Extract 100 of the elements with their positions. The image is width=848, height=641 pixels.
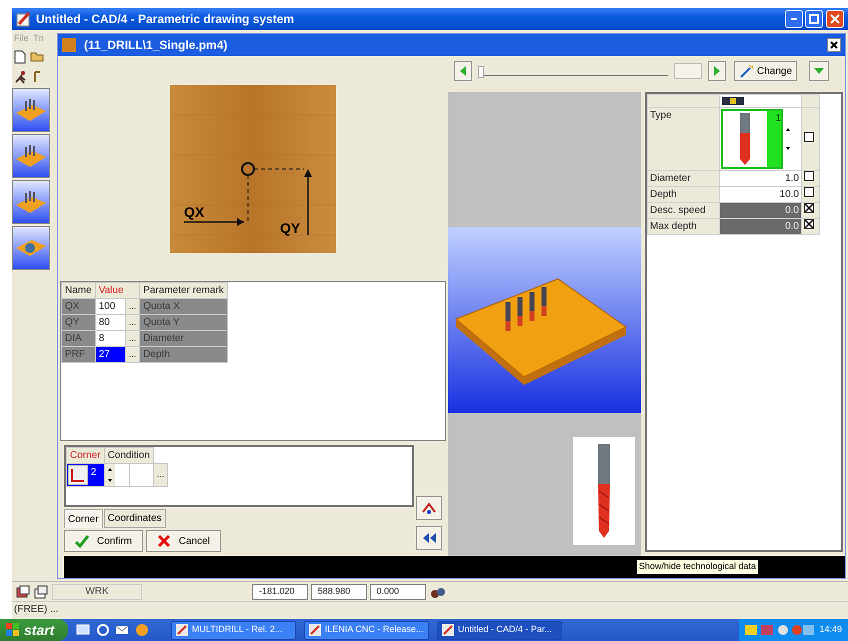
property-label: Type xyxy=(648,108,720,170)
tool-type-field[interactable]: 1 xyxy=(721,109,783,169)
column-header: Value xyxy=(95,282,140,298)
tool-header-icon xyxy=(722,97,744,105)
cancel-icon xyxy=(156,534,171,548)
tool-button[interactable] xyxy=(416,496,442,520)
table-cell: PRF xyxy=(62,346,96,362)
media-icon[interactable] xyxy=(134,623,149,637)
tray-icons-drawing xyxy=(745,623,816,637)
value-cell[interactable]: 8 xyxy=(95,330,126,346)
board-tool-button[interactable] xyxy=(12,226,50,270)
change-button[interactable]: Change xyxy=(734,61,798,81)
clock: 14:49 xyxy=(819,623,842,636)
column-header: Condition xyxy=(104,448,154,464)
slider-thumb[interactable] xyxy=(478,66,484,78)
coordinate-field: 0.000 xyxy=(370,584,426,600)
condition-cell[interactable] xyxy=(129,464,154,486)
double-left-icon xyxy=(421,532,437,544)
checkbox[interactable] xyxy=(804,132,814,142)
value-cell[interactable]: 27 xyxy=(95,346,126,362)
axis-label: QX xyxy=(184,204,204,220)
tools-icon xyxy=(421,500,437,516)
windows-logo-icon xyxy=(6,623,20,637)
maximize-icon xyxy=(809,14,820,24)
start-button[interactable]: start xyxy=(0,619,68,641)
dialog-title: (11_DRILL\1_Single.pm4) xyxy=(84,37,228,54)
table-cell: Quota X xyxy=(140,298,228,314)
property-label: Depth xyxy=(648,186,720,202)
dialog-close-button[interactable] xyxy=(827,38,841,52)
property-label: Diameter xyxy=(648,170,720,186)
step-field[interactable] xyxy=(674,63,702,79)
corner-cell[interactable]: 2 xyxy=(66,464,104,486)
corner-icon xyxy=(68,465,88,485)
minimize-icon xyxy=(790,18,796,20)
property-label: Desc. speed xyxy=(648,202,720,218)
board-tool-button[interactable] xyxy=(12,88,50,132)
close-icon xyxy=(830,41,838,49)
desktop-icon[interactable] xyxy=(76,623,90,637)
tool-number: 1 xyxy=(767,111,781,167)
board-tool-button[interactable] xyxy=(12,134,50,178)
previous-button[interactable] xyxy=(454,61,472,81)
tooltip: Show/hide technological data xyxy=(636,559,759,575)
wand-icon xyxy=(739,64,753,78)
status-mode: WRK xyxy=(52,584,142,600)
coordinate-field: -181.020 xyxy=(252,584,308,600)
property-value: 0.0 xyxy=(720,218,802,234)
new-file-icon[interactable] xyxy=(14,50,26,64)
tab[interactable]: Corner xyxy=(64,509,103,528)
property-value[interactable]: 1.0 xyxy=(720,170,802,186)
app-icon xyxy=(176,624,188,636)
column-header: Corner xyxy=(66,448,104,464)
taskbar-button[interactable]: Untitled - CAD/4 - Par... xyxy=(436,620,562,640)
checkbox[interactable] xyxy=(804,187,814,197)
close-button[interactable] xyxy=(826,10,844,28)
value-cell[interactable]: 100 xyxy=(95,298,126,314)
taskbar-button[interactable]: MULTIDRILL - Rel. 2... xyxy=(170,620,296,640)
left-arrow-icon xyxy=(459,66,467,76)
browser-icon[interactable] xyxy=(96,623,110,637)
mail-icon[interactable] xyxy=(115,623,130,637)
close-icon xyxy=(830,14,840,24)
board-icon xyxy=(16,144,46,166)
dialog-icon xyxy=(62,38,76,52)
action-button[interactable]: Cancel xyxy=(146,530,221,552)
property-label: Max depth xyxy=(648,218,720,234)
property-value: 0.0 xyxy=(720,202,802,218)
table-cell: QX xyxy=(62,298,96,314)
next-button[interactable] xyxy=(708,61,726,81)
layer-icon[interactable] xyxy=(16,584,30,598)
maximize-button[interactable] xyxy=(805,10,824,28)
minimize-button[interactable] xyxy=(784,10,802,28)
corner-value: 2 xyxy=(90,466,96,480)
table-cell: Quota Y xyxy=(140,314,228,330)
taskbar-button[interactable]: ILENIA CNC - Release... xyxy=(304,620,429,640)
toggle-data-button[interactable] xyxy=(416,526,442,550)
coordinate-field: 588.980 xyxy=(310,584,367,600)
right-arrow-icon xyxy=(713,66,721,76)
tab[interactable]: Coordinates xyxy=(104,509,166,528)
app-icon xyxy=(16,11,32,27)
table-cell: QY xyxy=(62,314,96,330)
window-title: Untitled - CAD/4 - Parametric drawing system xyxy=(36,11,294,28)
table-cell: Depth xyxy=(140,346,228,362)
table-cell: DIA xyxy=(62,330,96,346)
drill-bit-icon xyxy=(740,113,750,165)
runner-icon[interactable] xyxy=(14,70,28,84)
folder-icon[interactable] xyxy=(30,50,44,62)
spinner-icon[interactable] xyxy=(104,464,115,486)
board-tool-button[interactable] xyxy=(12,180,50,224)
value-cell[interactable]: 80 xyxy=(95,314,126,330)
down-arrow-icon xyxy=(814,67,824,75)
browse-button[interactable]: ... xyxy=(153,464,168,486)
dropdown-button[interactable] xyxy=(809,61,830,81)
board-icon xyxy=(16,240,46,256)
check-mark-icon xyxy=(805,204,813,212)
y-arrow xyxy=(304,168,312,234)
column-header: Parameter remark xyxy=(140,282,228,298)
layers-icon[interactable] xyxy=(34,584,48,598)
checkbox[interactable] xyxy=(804,171,814,181)
app-icon xyxy=(442,624,454,636)
axis-label: QY xyxy=(280,220,300,236)
action-button[interactable]: Confirm xyxy=(64,530,144,552)
